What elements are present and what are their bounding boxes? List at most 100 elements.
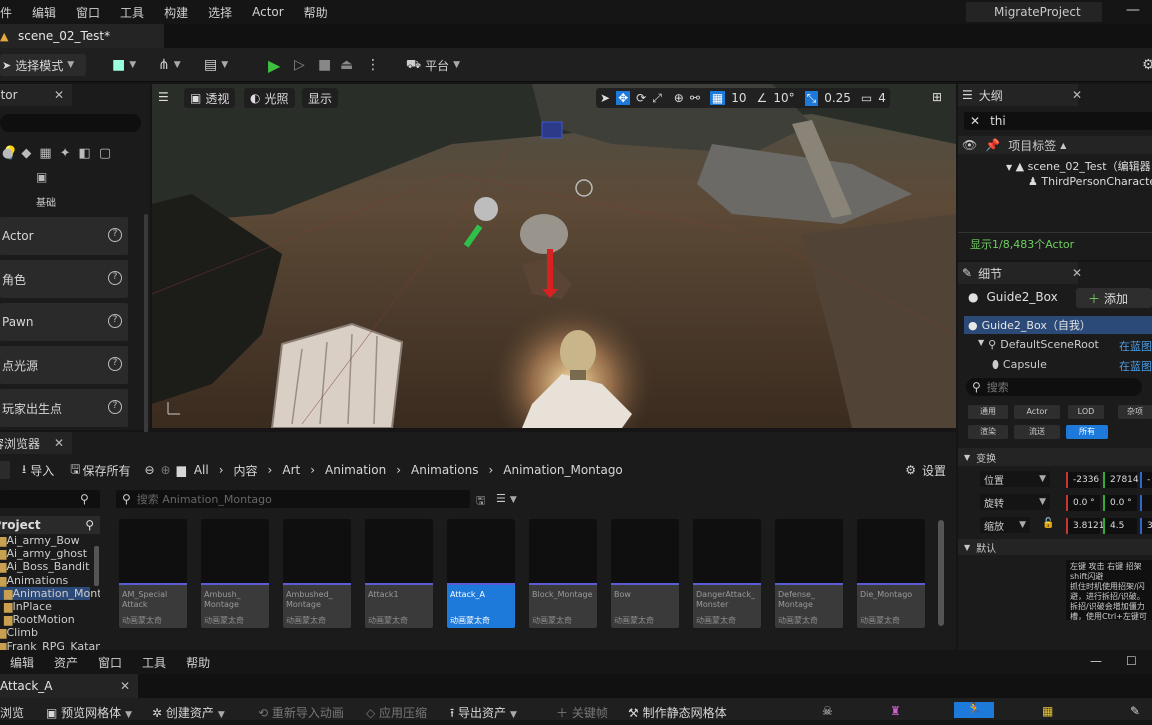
rotation-z[interactable] [1140,495,1152,511]
default-section-header[interactable]: ▼ 默认 [958,539,1152,555]
settings-icon[interactable]: ⚙ [1142,55,1152,75]
folder-item[interactable]: ▆Ai_army_ghost [0,547,100,560]
save-all-button[interactable]: 保存所有 [82,462,130,479]
component-root[interactable]: ● Guide2_Box（自我） [964,316,1152,334]
filter-all[interactable]: 所有 [1066,425,1108,439]
viewport-menu-icon[interactable]: ☰ [158,90,176,106]
mesh-mode-icon[interactable]: ♜ [890,704,901,718]
breadcrumb-item[interactable]: Art [282,463,300,477]
rotation-dropdown[interactable]: 旋转 ▼ [980,494,1050,510]
outliner-search-input[interactable]: ✕ thi [964,112,1152,130]
location-dropdown[interactable]: 位置 ▼ [980,471,1050,487]
menu-edit[interactable]: 编辑 [0,654,44,671]
add-component-button[interactable]: ＋ 添加 [1076,288,1152,308]
volumes-category-icon[interactable]: ▢ [99,146,111,161]
physics-mode-icon[interactable]: ✎ [1130,704,1140,718]
folder-item[interactable]: ▆Climb [0,626,100,639]
scale-z[interactable]: 3 [1140,518,1152,534]
filter-actor[interactable]: Actor [1014,405,1060,419]
settings-button[interactable]: 设置 [922,462,946,479]
menu-edit[interactable]: 编辑 [22,4,66,21]
transform-section-header[interactable]: ▼ 变换 [958,448,1152,466]
component-row[interactable]: ▼ ⚲ DefaultSceneRoot 在蓝图 [978,338,1152,354]
component-row[interactable]: ⬮ Capsule 在蓝图 [992,358,1152,374]
tree-item-level[interactable]: ▼ ▲ scene_02_Test（编辑器 [1006,158,1151,174]
help-icon[interactable]: ? [108,271,122,285]
folder-scrollbar[interactable] [94,546,99,586]
settings-icon[interactable]: ⚙ [905,463,916,477]
lighting-button[interactable]: ◐ 光照 [244,88,295,108]
place-item-pawn[interactable]: Pawn? [0,303,128,341]
menu-asset[interactable]: 资产 [44,654,88,671]
close-icon[interactable]: ✕ [54,88,64,102]
rotation-x[interactable]: 0.0 ° [1066,495,1100,511]
lights-category-icon[interactable]: ● [2,146,13,161]
skeleton-mode-icon[interactable]: ☠ [822,704,833,718]
breadcrumb-item[interactable]: All [194,463,209,477]
menu-window[interactable]: 窗口 [88,654,132,671]
level-viewport[interactable]: ☰ ▣ 透视 ◐ 光照 显示 ➤ ✥ ⟳ ⤢ ⊕ ⚯ ▦ 10 ∠ 10° ⤡ 0.… [152,84,956,428]
location-z[interactable]: - [1140,472,1152,488]
rotation-snap-icon[interactable]: ∠ [757,91,768,105]
outliner-column-label[interactable]: 项目标签 [1008,137,1056,154]
menu-actor[interactable]: Actor [242,5,294,19]
scale-y[interactable]: 4.5 [1103,518,1137,534]
minimize-icon[interactable]: — [1118,2,1148,22]
export-asset-button[interactable]: ⭱ 导出资产 ▼ [450,704,517,725]
play-icon[interactable]: ▶ [268,55,280,75]
menu-window[interactable]: 窗口 [66,4,110,21]
anim-asset-tab[interactable]: Attack_A ✕ [0,674,138,698]
details-tab[interactable]: ✎ 细节 [958,262,1078,284]
asset-search-input[interactable]: ⚲ 搜索 Animation_Montago [116,490,470,508]
edit-in-blueprint-link[interactable]: 在蓝图 [1119,358,1152,374]
clear-search-icon[interactable]: ✕ [970,114,980,128]
select-mode-button[interactable]: ➤ 选择模式 ▼ [0,54,86,76]
geometry-category-icon[interactable]: ◧ [79,146,91,161]
maximize-icon[interactable]: ☐ [1126,654,1137,668]
show-button[interactable]: 显示 [302,88,339,108]
add-button[interactable] [0,461,10,479]
rotate-tool-icon[interactable]: ⟳ [636,91,646,105]
menu-tools[interactable]: 工具 [110,4,154,21]
play-options-icon[interactable]: ⋮ [366,55,380,75]
asset-tile[interactable]: DangerAttack_ Monster 动画蒙太奇 [693,519,761,628]
help-icon[interactable]: ? [108,357,122,371]
menu-file[interactable]: 文件 [0,4,22,21]
forward-icon[interactable]: ⊕ [161,463,171,477]
browse-button[interactable]: 浏览 [0,704,24,721]
reimport-button[interactable]: ⟲ 重新导入动画 [258,704,344,721]
project-root[interactable]: MigrateProject ⚲ [0,516,100,534]
breadcrumb-item[interactable]: Animation_Montago [503,463,623,477]
camera-speed-value[interactable]: 4 [878,91,886,105]
location-x[interactable]: -2336 [1066,472,1100,488]
help-icon[interactable]: ? [108,314,122,328]
outliner-tab[interactable]: ☰ 大纲 [958,84,1078,106]
save-search-icon[interactable]: 🖫 [476,492,485,511]
asset-tile[interactable]: Defense_ Montage 动画蒙太奇 [775,519,843,628]
asset-tile[interactable]: Bow 动画蒙太奇 [611,519,679,628]
cinematics-icon[interactable]: ▤ ▼ [204,55,228,75]
search-icon[interactable]: ⚲ [85,518,94,532]
search-icon[interactable]: ⚲ [80,492,89,506]
tree-item-character[interactable]: ♟ ThirdPersonCharacte [1028,175,1152,188]
location-y[interactable]: 27814 [1103,472,1139,488]
close-icon[interactable]: ✕ [54,436,64,450]
asset-tile[interactable]: Die_Montago 动画蒙太奇 [857,519,925,628]
scale-tool-icon[interactable]: ⤢ [652,91,662,106]
filter-lod[interactable]: LOD [1068,405,1104,419]
menu-help[interactable]: 帮助 [294,4,338,21]
preview-mesh-button[interactable]: ▣ 预览网格体 ▼ [46,704,132,721]
menu-tools[interactable]: 工具 [132,654,176,671]
menu-select[interactable]: 选择 [198,4,242,21]
note-text-box[interactable]: 左键 攻击 右键 招架 shift闪避 抓住时机使用招架/闪避，进行拆招/识破。… [1066,560,1152,620]
pin-icon[interactable]: 📌 [985,138,1000,152]
lock-icon[interactable]: 🔓 [1042,518,1054,529]
scale-x[interactable]: 3.8121 [1066,518,1105,534]
filter-icon[interactable]: ☰ ▼ [496,492,517,505]
stop-icon[interactable]: ■ [318,55,331,75]
select-tool-icon[interactable]: ➤ [600,91,610,105]
filter-misc[interactable]: 杂项 [1118,405,1152,419]
layout-icon[interactable]: ⊞ [932,90,942,104]
menu-help[interactable]: 帮助 [176,654,220,671]
asset-tile[interactable]: Block_Montage 动画蒙太奇 [529,519,597,628]
